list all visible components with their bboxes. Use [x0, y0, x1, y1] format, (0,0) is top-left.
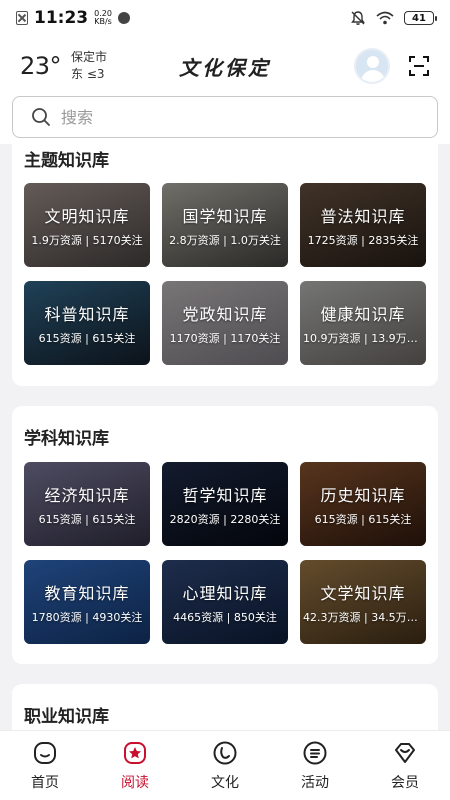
card-stats: 10.9万资源 | 13.9万关注: [303, 331, 423, 345]
card-stats: 615资源 | 615关注: [314, 512, 412, 526]
nav-member[interactable]: 会员: [370, 740, 440, 792]
card-name: 健康知识库: [320, 304, 406, 324]
card-name: 教育知识库: [44, 583, 130, 603]
knowledge-card[interactable]: 教育知识库 1780资源 | 4930关注: [24, 560, 150, 644]
knowledge-card[interactable]: 科普知识库 615资源 | 615关注: [24, 281, 150, 365]
app-header: 23° 保定市 东 ≤3 文化保定: [0, 36, 450, 96]
section-theme-knowledge: 主题知识库 文明知识库 1.9万资源 | 5170关注 国学知识库 2.8万资源…: [12, 144, 438, 386]
search-box[interactable]: [12, 96, 438, 138]
culture-icon: [213, 741, 237, 764]
main-content[interactable]: 主题知识库 文明知识库 1.9万资源 | 5170关注 国学知识库 2.8万资源…: [0, 144, 450, 730]
knowledge-card[interactable]: 文学知识库 42.3万资源 | 34.5万关注: [300, 560, 426, 644]
card-stats: 1170资源 | 1170关注: [169, 331, 281, 345]
weather-widget[interactable]: 23° 保定市 东 ≤3: [20, 49, 107, 83]
search-input[interactable]: [61, 107, 401, 127]
card-name: 文学知识库: [320, 583, 406, 603]
header-actions: [354, 48, 430, 84]
nav-label: 活动: [301, 774, 329, 791]
nav-home[interactable]: 首页: [10, 740, 80, 792]
card-name: 心理知识库: [182, 583, 268, 603]
card-stats: 1.9万资源 | 5170关注: [31, 233, 143, 247]
read-icon: [124, 741, 146, 764]
wifi-icon: [376, 11, 394, 25]
knowledge-card[interactable]: 历史知识库 615资源 | 615关注: [300, 462, 426, 546]
section-title: 主题知识库: [24, 151, 109, 171]
card-name: 国学知识库: [182, 206, 268, 226]
section-subject-knowledge: 学科知识库 经济知识库 615资源 | 615关注 哲学知识库 2820资源 |…: [12, 406, 438, 664]
home-icon: [34, 741, 56, 764]
app-notification-icon: [117, 12, 130, 24]
status-time: 11:23: [34, 8, 89, 28]
status-left: 11:23 0.20 KB/s: [16, 8, 130, 28]
knowledge-card[interactable]: 经济知识库 615资源 | 615关注: [24, 462, 150, 546]
battery-icon: 41: [404, 11, 437, 25]
status-bar: 11:23 0.20 KB/s 41: [0, 0, 450, 36]
card-stats: 42.3万资源 | 34.5万关注: [303, 610, 423, 624]
status-right: 41: [350, 10, 437, 26]
mute-bell-icon: [351, 11, 365, 25]
city-name: 保定市: [71, 50, 108, 64]
network-speed: 0.20 KB/s: [94, 10, 112, 26]
nav-label: 阅读: [121, 774, 149, 791]
card-name: 哲学知识库: [182, 485, 268, 505]
card-name: 历史知识库: [320, 485, 406, 505]
network-speed-unit: KB/s: [94, 17, 112, 26]
nav-label: 文化: [211, 774, 239, 791]
knowledge-card[interactable]: 哲学知识库 2820资源 | 2280关注: [162, 462, 288, 546]
card-name: 经济知识库: [44, 485, 130, 505]
card-stats: 1725资源 | 2835关注: [307, 233, 419, 247]
bottom-nav: 首页 阅读 文化 活动 会员: [0, 730, 450, 800]
card-name: 文明知识库: [44, 206, 130, 226]
card-name: 普法知识库: [320, 206, 406, 226]
knowledge-card[interactable]: 国学知识库 2.8万资源 | 1.0万关注: [162, 183, 288, 267]
app-title: 文化保定: [179, 55, 271, 80]
section-title: 学科知识库: [24, 429, 109, 449]
activity-icon: [303, 741, 327, 764]
card-stats: 2.8万资源 | 1.0万关注: [169, 233, 281, 247]
wind-info: 东 ≤3: [71, 67, 105, 81]
card-name: 科普知识库: [44, 304, 130, 324]
search-icon: [32, 108, 50, 126]
nav-culture[interactable]: 文化: [190, 740, 260, 792]
search-bar: [0, 96, 450, 144]
knowledge-card[interactable]: 健康知识库 10.9万资源 | 13.9万关注: [300, 281, 426, 365]
card-stats: 615资源 | 615关注: [38, 331, 136, 345]
knowledge-card[interactable]: 文明知识库 1.9万资源 | 5170关注: [24, 183, 150, 267]
scan-icon[interactable]: [408, 55, 430, 77]
card-stats: 1780资源 | 4930关注: [31, 610, 143, 624]
card-name: 党政知识库: [182, 304, 268, 324]
avatar[interactable]: [354, 48, 390, 84]
knowledge-card[interactable]: 党政知识库 1170资源 | 1170关注: [162, 281, 288, 365]
card-stats: 4465资源 | 850关注: [173, 610, 277, 624]
weather-info: 保定市 东 ≤3: [71, 49, 107, 83]
section-career-knowledge: 职业知识库: [12, 684, 438, 730]
knowledge-card[interactable]: 心理知识库 4465资源 | 850关注: [162, 560, 288, 644]
knowledge-card[interactable]: 普法知识库 1725资源 | 2835关注: [300, 183, 426, 267]
nav-read[interactable]: 阅读: [100, 740, 170, 792]
notification-x-icon: [16, 11, 28, 25]
nav-label: 会员: [391, 774, 419, 791]
section-title: 职业知识库: [24, 707, 109, 727]
card-stats: 615资源 | 615关注: [38, 512, 136, 526]
member-icon: [395, 742, 415, 763]
card-stats: 2820资源 | 2280关注: [169, 512, 281, 526]
nav-activity[interactable]: 活动: [280, 740, 350, 792]
nav-label: 首页: [31, 774, 59, 791]
temperature: 23°: [20, 52, 62, 80]
